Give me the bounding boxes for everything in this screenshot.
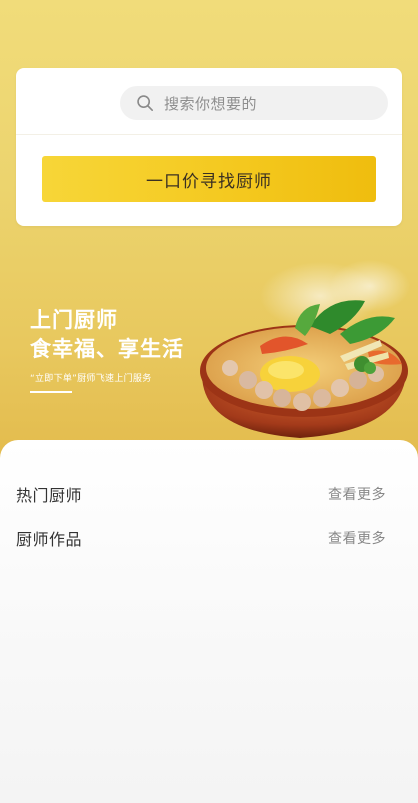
view-more-link[interactable]: 查看更多 (328, 484, 386, 504)
hotpot-image (200, 260, 410, 438)
section-hot-chefs: 热门厨师 查看更多 (16, 482, 386, 506)
banner-title-line2: 食幸福、享生活 (30, 337, 184, 361)
section-title: 热门厨师 (16, 486, 83, 505)
search-card: 搜索你想要的 一口价寻找厨师 (16, 68, 402, 226)
banner-underline (30, 391, 72, 393)
search-icon (137, 95, 154, 112)
card-divider (16, 134, 402, 135)
view-more-link[interactable]: 查看更多 (328, 528, 386, 548)
bottom-sheet: 热门厨师 查看更多 厨师作品 查看更多 (0, 440, 418, 803)
find-chef-button[interactable]: 一口价寻找厨师 (42, 156, 376, 202)
page: 搜索你想要的 一口价寻找厨师 上门厨师 食幸福、享生活 “立即下单”厨师飞速上门… (0, 0, 418, 803)
banner-subtitle: “立即下单”厨师飞速上门服务 (30, 374, 152, 384)
section-title: 厨师作品 (16, 530, 83, 549)
search-input[interactable]: 搜索你想要的 (120, 86, 388, 120)
section-chef-works: 厨师作品 查看更多 (16, 526, 386, 550)
search-placeholder: 搜索你想要的 (164, 94, 258, 113)
banner-title-line1: 上门厨师 (30, 308, 118, 332)
banner-title: 上门厨师 食幸福、享生活 (30, 306, 184, 364)
